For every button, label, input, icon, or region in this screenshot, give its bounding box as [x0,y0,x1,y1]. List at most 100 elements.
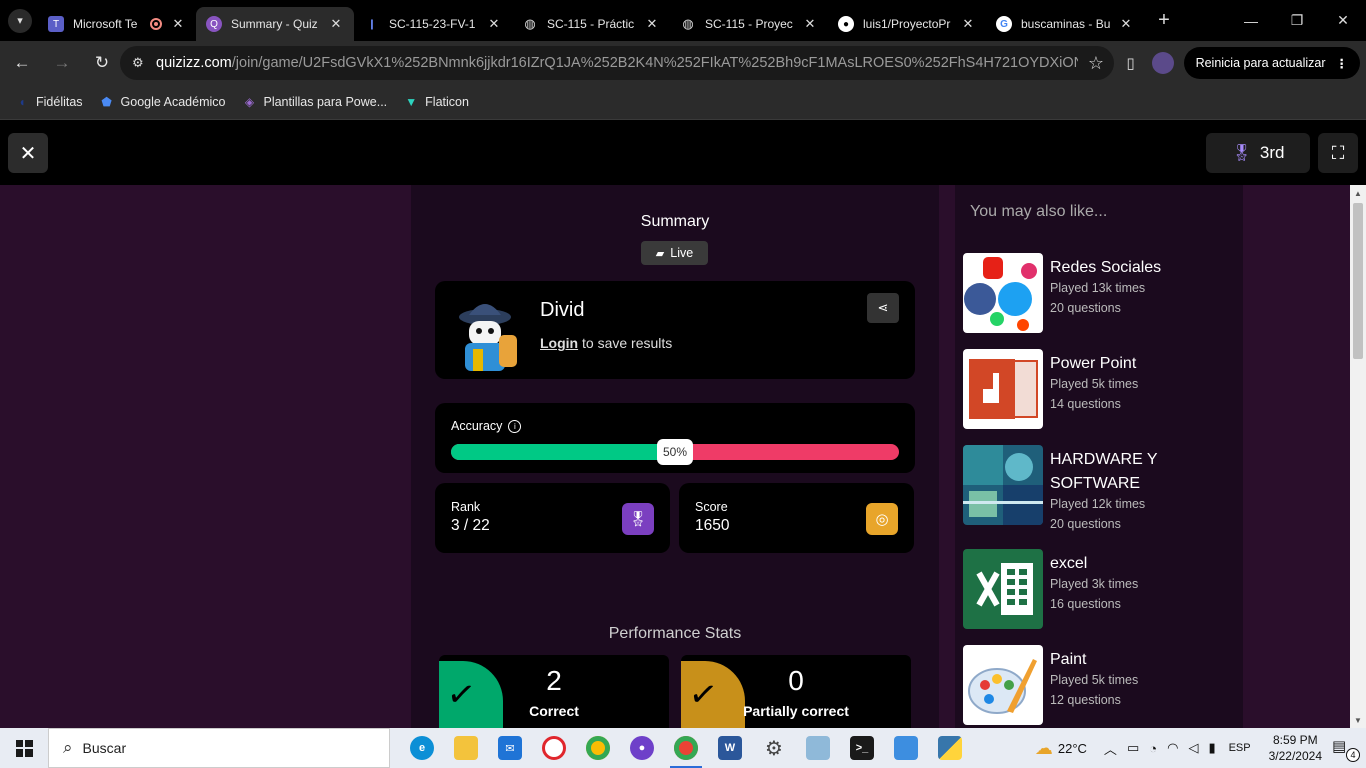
scrollbar-thumb[interactable] [1353,203,1363,359]
battery-icon[interactable]: ▭ [1127,740,1139,756]
start-button[interactable] [0,728,48,768]
tab-github[interactable]: ● luis1/ProyectoPr ✕ [828,7,986,41]
taskbar-word[interactable]: W [708,728,752,768]
tab-summary-quizizz[interactable]: Q Summary - Quiz ✕ [196,7,354,41]
info-icon[interactable]: i [508,419,522,433]
accuracy-label-row: Accuracy i [451,419,522,433]
url-text[interactable]: quizizz.com/join/game/U2FsdGVkX1%252BNmn… [156,55,1078,71]
player-avatar [459,304,517,371]
clock-date: 3/22/2024 [1268,749,1322,763]
partially-correct-stat-card: ✓ 0 Partially correct [681,655,911,728]
wifi-icon[interactable]: ◠ [1167,740,1178,756]
recommendation-item[interactable]: Redes Sociales Played 13k times 20 quest… [963,253,1235,333]
recommendation-played: Played 12k times [1050,497,1146,511]
taskbar-remote[interactable] [884,728,928,768]
close-tab-icon[interactable]: ✕ [328,16,344,32]
taskbar-opera[interactable] [532,728,576,768]
notification-center-button[interactable]: ▤ 4 [1332,737,1360,762]
globe-icon: ◍ [524,16,536,31]
close-tab-icon[interactable]: ✕ [960,16,976,32]
taskbar-explorer[interactable] [444,728,488,768]
taskbar-github-desktop[interactable]: ● [620,728,664,768]
tab-title: SC-115 - Proyec [705,17,793,31]
scroll-up-icon[interactable]: ▲ [1350,185,1366,201]
bookmark-star-icon[interactable]: ☆ [1078,53,1114,74]
close-icon: ✕ [19,142,37,165]
recommendation-item[interactable]: excel Played 3k times 16 questions [963,549,1235,629]
taskbar-chrome-profile[interactable] [664,728,708,768]
window-controls: — ❐ ✕ [1228,0,1366,41]
search-placeholder: Buscar [82,740,127,756]
close-tab-icon[interactable]: ✕ [170,16,186,32]
url-domain: quizizz.com [156,55,232,71]
url-path: /join/game/U2FsdGVkX1%252BNmnk6jjkdr16IZ… [231,55,1078,71]
taskbar-terminal[interactable]: >_ [840,728,884,768]
recommendation-played: Played 13k times [1050,281,1146,295]
profile-avatar[interactable] [1151,52,1174,74]
accuracy-bar-correct [451,444,675,460]
address-bar[interactable]: ⚙ quizizz.com/join/game/U2FsdGVkX1%252BN… [120,46,1114,80]
recommendation-item[interactable]: Paint Played 5k times 12 questions [963,645,1235,725]
tab-sc115-proyecto[interactable]: ◍ SC-115 - Proyec ✕ [670,7,828,41]
new-tab-button[interactable]: + [1152,9,1176,32]
recommendation-questions: 20 questions [1050,517,1121,531]
live-chip: ▰ Live [641,241,708,265]
close-tab-icon[interactable]: ✕ [644,16,660,32]
fullscreen-button[interactable]: ⛶ [1318,133,1358,173]
recommendation-item[interactable]: HARDWARE Y SOFTWARE Played 12k times 20 … [963,445,1235,531]
close-tab-icon[interactable]: ✕ [486,16,502,32]
excel-thumbnail [963,549,1043,629]
app-icon [806,736,830,760]
tab-sc115-fv[interactable]: ❙ SC-115-23-FV-1 ✕ [354,7,512,41]
tab-search-button[interactable]: ▾ [8,8,32,33]
volume-icon[interactable]: ◁ [1188,740,1198,756]
github-icon: ● [630,736,654,760]
share-icon: ⋖ [877,300,889,315]
site-info-icon[interactable]: ⚙ [132,55,154,71]
close-quiz-button[interactable]: ✕ [8,133,48,173]
tab-buscaminas[interactable]: G buscaminas - Bu ✕ [986,7,1144,41]
share-button[interactable]: ⋖ [867,293,899,323]
close-tab-icon[interactable]: ✕ [802,16,818,32]
chevron-up-icon[interactable]: ︿ [1104,739,1117,758]
scroll-down-icon[interactable]: ▼ [1350,712,1366,728]
bookmark-plantillas[interactable]: ◈ Plantillas para Powe... [241,94,387,110]
bookmark-google-academico[interactable]: ⬟ Google Académico [99,94,225,110]
taskbar-search[interactable]: ⌕ Buscar [48,728,390,768]
close-window-icon[interactable]: ✕ [1320,0,1366,41]
bookmark-flaticon[interactable]: ▼ Flaticon [403,94,469,110]
system-tray: ☁ 22°C ︿ ▭ ◔ ◠ ◁ ▮ ESP 8:59 PM 3/22/2024… [1030,728,1366,768]
taskbar-mail[interactable]: ✉ [488,728,532,768]
reload-icon[interactable]: ↻ [84,45,120,81]
update-button[interactable]: Reinicia para actualizar ⋮ [1183,47,1360,79]
taskbar-chrome[interactable] [576,728,620,768]
microphone-icon[interactable]: ▮ [1208,740,1215,756]
back-icon[interactable]: ← [4,45,40,81]
menu-dots-icon: ⋮ [1335,56,1349,71]
language-indicator[interactable]: ESP [1229,742,1251,754]
notification-count: 4 [1346,748,1360,762]
taskbar-python[interactable] [928,728,972,768]
partially-correct-label: Partially correct [743,703,849,719]
taskbar-edge[interactable]: e [400,728,444,768]
tab-teams[interactable]: T Microsoft Te ✕ [38,7,196,41]
side-panel-icon[interactable]: ▯ [1114,46,1148,80]
bookmark-fidelitas[interactable]: ◖ Fidélitas [14,94,82,110]
player-card: Divid Login to save results ⋖ [435,281,915,379]
recommendation-item[interactable]: Power Point Played 5k times 14 questions [963,349,1235,429]
clock[interactable]: 8:59 PM 3/22/2024 [1269,732,1322,764]
network-icon[interactable]: ◔ [1149,741,1157,756]
taskbar-settings[interactable]: ⚙ [752,728,796,768]
taskbar-app[interactable] [796,728,840,768]
partially-correct-count: 0 [788,665,804,696]
close-tab-icon[interactable]: ✕ [1118,16,1134,32]
login-link[interactable]: Login [540,335,578,351]
minimize-icon[interactable]: — [1228,0,1274,41]
tab-sc115-practica[interactable]: ◍ SC-115 - Práctic ✕ [512,7,670,41]
page-scrollbar[interactable]: ▲ ▼ [1350,185,1366,728]
accuracy-percent-label: 50% [657,439,693,465]
weather-temp[interactable]: 22°C [1058,741,1087,756]
restore-icon[interactable]: ❐ [1274,0,1320,41]
windows-icon [15,739,33,757]
forward-icon[interactable]: → [44,45,80,81]
